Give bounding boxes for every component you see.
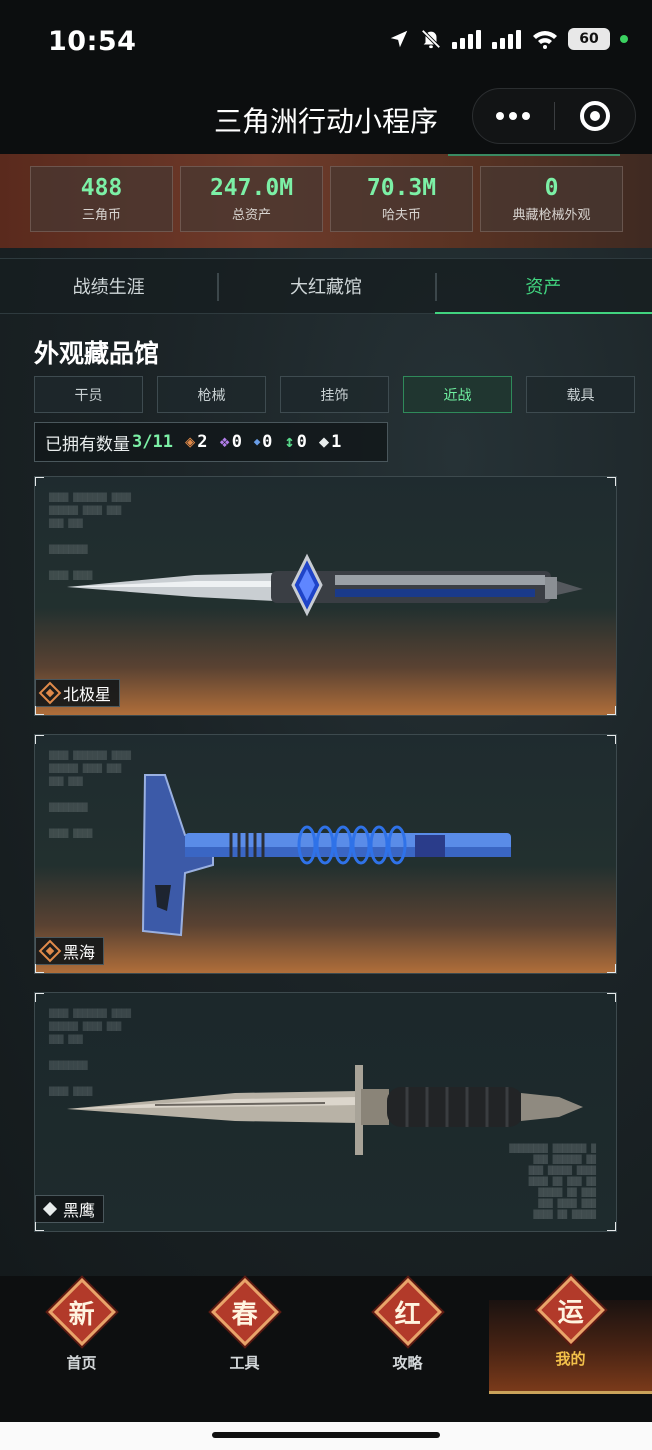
diamond-purple-icon: ❖ — [219, 432, 230, 452]
battery-icon: 60 — [568, 28, 610, 50]
arrows-green-icon: ↕ — [284, 432, 295, 452]
stat-card-haf-coin: 70.3M 哈夫币 — [330, 166, 473, 232]
item-name: 北极星 — [63, 685, 112, 704]
knife-image-polaris — [67, 553, 583, 617]
melee-item-card[interactable]: ████ ███████ ████ ██████ ████ ███ ███ ███ █… — [34, 734, 617, 974]
axe-image-black-sea — [141, 774, 511, 937]
item-name: 黑鹰 — [63, 1201, 96, 1220]
rarity-count-white: ◆ 1 — [318, 432, 342, 452]
luck-badge-icon: 运 — [536, 1276, 605, 1344]
stats-banner: 488 三角币 247.0M 总资产 70.3M 哈夫币 0 典藏枪械外观 — [0, 154, 652, 248]
stat-label: 总资产 — [231, 208, 271, 223]
bottom-nav-label: 攻略 — [392, 1354, 423, 1372]
target-icon — [579, 101, 610, 131]
melee-item-card[interactable]: ████ ███████ ████ ██████ ████ ███ ███ ███ █… — [34, 992, 617, 1232]
filter-operators[interactable]: 干员 — [34, 376, 143, 413]
stats-row: 488 三角币 247.0M 总资产 70.3M 哈夫币 0 典藏枪械外观 — [30, 166, 623, 232]
privacy-indicator-dot — [620, 35, 628, 43]
section-title: 外观藏品馆 — [34, 339, 160, 368]
stat-card-collection-skins: 0 典藏枪械外观 — [480, 166, 623, 232]
bottom-nav-home[interactable]: 新 首页 — [0, 1276, 163, 1398]
filter-vehicles[interactable]: 载具 — [526, 376, 635, 413]
stat-card-triangle-coin: 488 三角币 — [30, 166, 173, 232]
location-arrow-icon — [390, 30, 408, 48]
tab-red-collection[interactable]: 大红藏馆 — [217, 259, 434, 313]
item-name-tag: 黑鹰 — [35, 1195, 105, 1223]
rarity-count-orange: ◈ 2 — [184, 432, 208, 452]
mini-program-capsule — [472, 88, 636, 144]
stat-label: 三角币 — [81, 208, 121, 223]
stat-value: 247.0M — [209, 175, 294, 201]
tab-bar: 战绩生涯 大红藏馆 资产 — [0, 258, 652, 314]
rarity-orange-icon — [38, 681, 62, 705]
red-badge-icon: 红 — [373, 1278, 442, 1346]
cellular-signal-icon — [492, 30, 521, 49]
stat-label: 典藏枪械外观 — [512, 208, 591, 223]
item-name: 黑海 — [63, 943, 96, 962]
bottom-nav-label: 工具 — [229, 1354, 260, 1372]
filter-charms[interactable]: 挂饰 — [280, 376, 389, 413]
more-options-button[interactable] — [473, 89, 554, 143]
status-time: 10:54 — [48, 26, 137, 57]
stat-value: 70.3M — [366, 175, 437, 201]
tab-assets[interactable]: 资产 — [434, 259, 652, 314]
filter-melee[interactable]: 近战 — [403, 376, 512, 413]
diamond-white-icon: ◆ — [318, 432, 330, 452]
spring-badge-icon: 春 — [210, 1278, 279, 1346]
item-name-tag: 黑海 — [35, 937, 105, 965]
home-indicator[interactable] — [212, 1432, 440, 1438]
rarity-count-green: ↕ 0 — [284, 432, 307, 452]
owned-count: 3/11 — [132, 432, 173, 452]
wifi-icon — [533, 31, 557, 49]
diamond-blue-icon: ⬩ — [253, 432, 261, 452]
melee-item-card[interactable]: ████ ███████ ████ ██████ ████ ███ ███ ███ █… — [34, 476, 617, 716]
close-mini-program-button[interactable] — [555, 89, 636, 143]
bottom-nav-label: 我的 — [555, 1350, 586, 1368]
bell-muted-icon — [421, 29, 441, 49]
bottom-nav-label: 首页 — [66, 1354, 97, 1372]
rarity-count-blue: ⬩ 0 — [253, 432, 273, 452]
stat-label: 哈夫币 — [381, 208, 421, 223]
knife-image-black-hawk — [67, 1065, 583, 1155]
bottom-nav-mine[interactable]: 运 我的 — [489, 1276, 652, 1394]
rarity-white-icon — [42, 1201, 58, 1217]
mini-program-nav-bar: 三角洲行动小程序 — [0, 82, 652, 154]
owned-label: 已拥有数量 — [45, 434, 130, 455]
tab-career[interactable]: 战绩生涯 — [0, 259, 217, 313]
bottom-nav-tools[interactable]: 春 工具 — [163, 1276, 326, 1398]
cellular-signal-icon — [452, 30, 481, 49]
stat-value: 488 — [80, 175, 123, 201]
owned-summary: 已拥有数量 3/11 ◈ 2 ❖ 0 ⬩ 0 ↕ 0 ◆ 1 — [34, 422, 388, 462]
diamond-orange-icon: ◈ — [184, 432, 196, 452]
stat-card-total-assets: 247.0M 总资产 — [180, 166, 323, 232]
status-bar: 10:54 60 — [0, 0, 652, 82]
bottom-nav-guides[interactable]: 红 攻略 — [326, 1276, 489, 1398]
category-filters: 干员 枪械 挂饰 近战 载具 — [34, 376, 635, 413]
item-name-tag: 北极星 — [35, 679, 121, 707]
new-year-badge-icon: 新 — [47, 1278, 116, 1346]
bottom-nav: 新 首页 春 工具 红 攻略 运 我的 — [0, 1276, 652, 1422]
status-icons: 60 — [388, 28, 628, 50]
rarity-count-purple: ❖ 0 — [219, 432, 242, 452]
stat-value: 0 — [544, 175, 559, 201]
rarity-orange-icon — [38, 939, 62, 963]
filter-guns[interactable]: 枪械 — [157, 376, 266, 413]
main-panel: 战绩生涯 大红藏馆 资产 外观藏品馆 干员 枪械 挂饰 近战 载具 已拥有数量 … — [0, 248, 652, 1278]
